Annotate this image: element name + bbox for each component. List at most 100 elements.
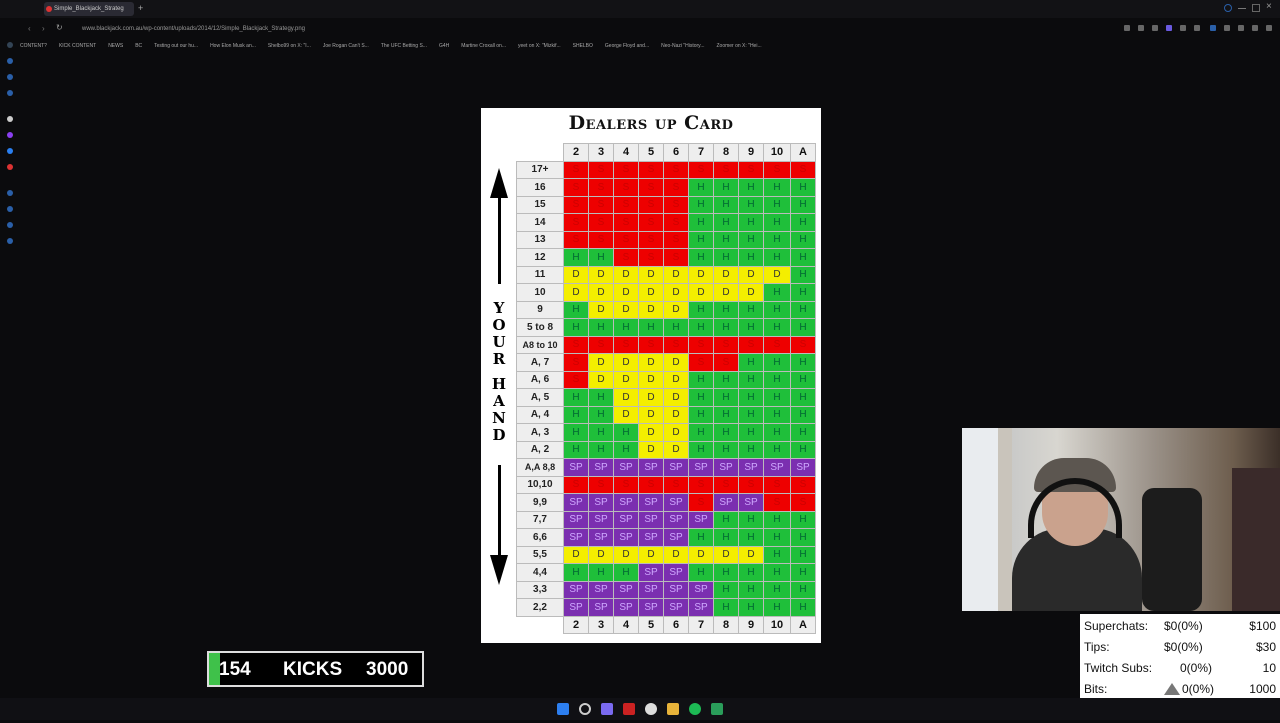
sidebar-icon[interactable]: [7, 190, 13, 196]
action-cell: SP: [638, 493, 664, 512]
action-cell: H: [738, 563, 764, 582]
action-cell: D: [738, 283, 764, 302]
action-cell: D: [638, 370, 664, 389]
back-icon[interactable]: ‹: [28, 24, 31, 33]
sidebar-icon[interactable]: [7, 238, 13, 244]
maximize-icon[interactable]: [1252, 4, 1260, 12]
pin-icon[interactable]: [1138, 25, 1144, 31]
action-cell: S: [638, 195, 664, 214]
search-icon[interactable]: [579, 703, 591, 715]
action-cell: D: [663, 440, 689, 459]
app-icon[interactable]: [601, 703, 613, 715]
spotify-icon[interactable]: [689, 703, 701, 715]
action-cell: D: [638, 388, 664, 407]
action-cell: S: [763, 475, 791, 494]
column-footer-row: 2 3 4 5 6 7 8 9 10 A: [516, 615, 816, 634]
reload-icon[interactable]: ↻: [56, 23, 63, 32]
column-header: 2: [563, 615, 589, 634]
action-cell: S: [638, 213, 664, 232]
bookmark-item[interactable]: KICK CONTENT: [59, 43, 96, 49]
sidebar-icon[interactable]: [7, 58, 13, 64]
action-cell: D: [638, 265, 664, 284]
chrome-icon[interactable]: [645, 703, 657, 715]
play-icon[interactable]: [1180, 25, 1186, 31]
tab-active[interactable]: Simple_Blackjack_Strateg: [44, 2, 134, 16]
search-icon[interactable]: [1224, 4, 1232, 12]
sidebar-icon[interactable]: [7, 222, 13, 228]
sidebar-icon[interactable]: [7, 116, 13, 122]
action-cell: H: [763, 213, 791, 232]
heart-icon[interactable]: [1194, 25, 1200, 31]
bookmark-item[interactable]: Shelbo99 on X: "I...: [268, 43, 311, 49]
action-cell: S: [638, 178, 664, 197]
action-cell: H: [713, 318, 739, 337]
address-bar[interactable]: www.blackjack.com.au/wp-content/uploads/…: [82, 22, 1182, 36]
bookmark-item[interactable]: Martine Croxall on...: [461, 43, 506, 49]
wallet-icon[interactable]: [1224, 25, 1230, 31]
action-cell: SP: [638, 580, 664, 599]
download-icon[interactable]: [1238, 25, 1244, 31]
menu-icon[interactable]: [1266, 25, 1272, 31]
action-cell: SP: [638, 563, 664, 582]
bookmark-item[interactable]: Neo-Nazi "History...: [661, 43, 704, 49]
bookmark-item[interactable]: yeet on X: "Mizkif...: [518, 43, 561, 49]
screenshot-icon[interactable]: [1152, 25, 1158, 31]
action-cell: H: [790, 353, 816, 372]
action-cell: S: [738, 160, 764, 179]
bookmark-item[interactable]: CONTENT?: [20, 43, 47, 49]
bookmark-item[interactable]: Joe Rogan Can't S...: [323, 43, 369, 49]
action-cell: H: [688, 528, 714, 547]
action-cell: D: [588, 353, 614, 372]
window-shape: [962, 428, 998, 611]
column-header: 8: [713, 615, 739, 634]
action-cell: S: [563, 195, 589, 214]
start-icon[interactable]: [557, 703, 569, 715]
action-cell: H: [713, 178, 739, 197]
action-cell: S: [638, 160, 664, 179]
action-cell: H: [588, 405, 614, 424]
messenger-icon[interactable]: [7, 148, 13, 154]
bookmark-item[interactable]: The UFC Betting S...: [381, 43, 427, 49]
action-cell: S: [563, 213, 589, 232]
instagram-icon[interactable]: [7, 164, 13, 170]
action-cell: H: [688, 213, 714, 232]
action-cell: SP: [588, 598, 614, 617]
action-cell: H: [738, 423, 764, 442]
action-cell: H: [713, 405, 739, 424]
bookmark-item[interactable]: G4H: [439, 43, 449, 49]
bookmark-item[interactable]: NEWS: [108, 43, 123, 49]
forward-icon[interactable]: ›: [42, 24, 45, 33]
action-cell: D: [638, 423, 664, 442]
audio-icon[interactable]: [1210, 25, 1216, 31]
bookmark-item[interactable]: Testing out our hu...: [154, 43, 198, 49]
action-cell: H: [688, 195, 714, 214]
minimize-icon[interactable]: [1238, 4, 1246, 9]
zoom-icon[interactable]: [1124, 25, 1130, 31]
app-icon[interactable]: [711, 703, 723, 715]
settings-icon[interactable]: [1252, 25, 1258, 31]
side-label-letter: Y: [493, 299, 505, 317]
action-cell: SP: [613, 598, 639, 617]
twitch-icon[interactable]: [7, 132, 13, 138]
new-tab-icon[interactable]: +: [138, 3, 143, 13]
sidebar-icon[interactable]: [7, 42, 13, 48]
extension-icon[interactable]: [1166, 25, 1172, 31]
action-cell: H: [713, 230, 739, 249]
bookmark-item[interactable]: Zoomer on X: "Hei...: [716, 43, 761, 49]
down-arrow-icon: [490, 555, 508, 585]
bookmark-item[interactable]: George Floyd and...: [605, 43, 649, 49]
close-icon[interactable]: ×: [1266, 1, 1272, 12]
sidebar-icon[interactable]: [7, 206, 13, 212]
opera-icon[interactable]: [623, 703, 635, 715]
sidebar-icon[interactable]: [7, 74, 13, 80]
bookmark-item[interactable]: SHELBO: [573, 43, 593, 49]
bookmark-item[interactable]: BC: [135, 43, 142, 49]
action-cell: H: [613, 423, 639, 442]
action-cell: H: [638, 318, 664, 337]
action-cell: D: [663, 283, 689, 302]
hand-label: 15: [516, 195, 564, 214]
bookmark-item[interactable]: How Elon Musk an...: [210, 43, 256, 49]
folder-icon[interactable]: [667, 703, 679, 715]
sidebar-icon[interactable]: [7, 90, 13, 96]
browser-sidebar: [0, 0, 20, 720]
